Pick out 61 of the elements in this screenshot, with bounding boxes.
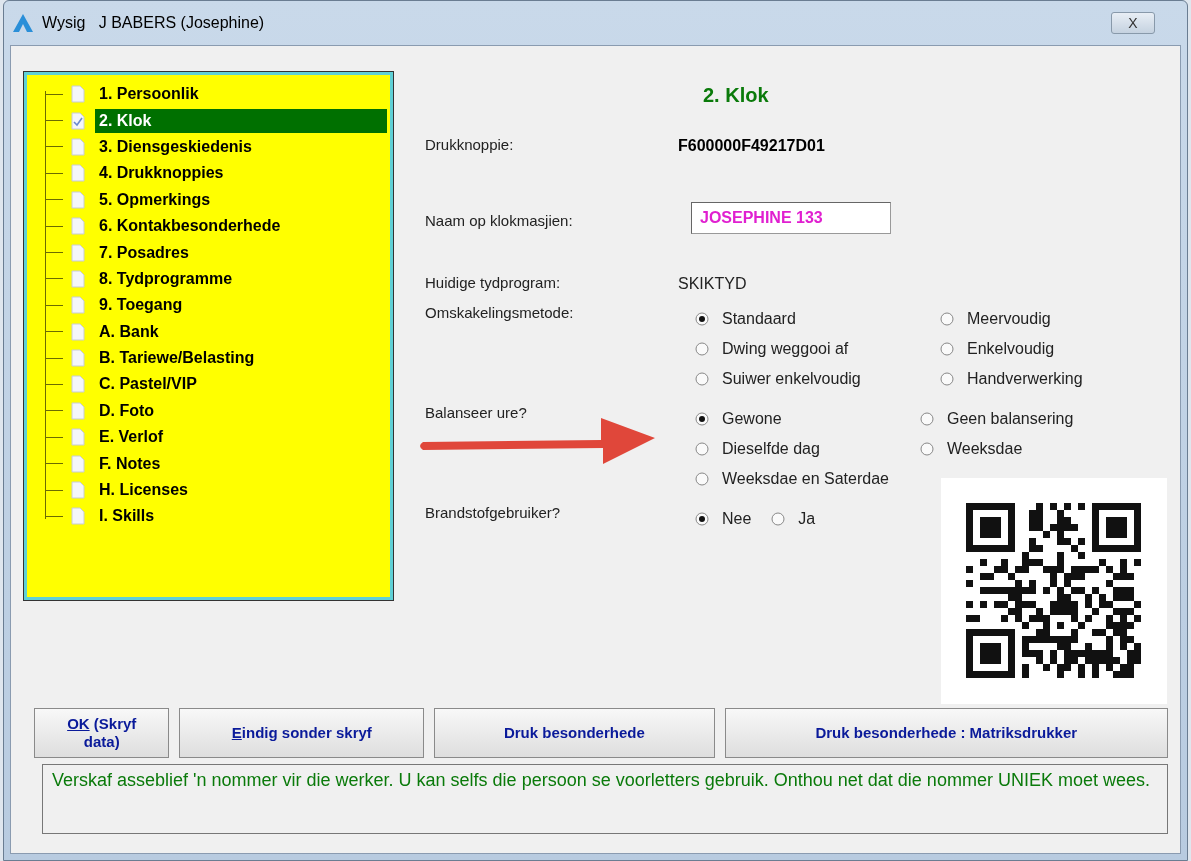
tree-item[interactable]: B. Tariewe/Belasting bbox=[95, 346, 255, 371]
radio-button[interactable] bbox=[695, 472, 709, 486]
radio-option[interactable]: Weeksdae bbox=[920, 434, 1135, 464]
tree-item[interactable]: A. Bank bbox=[95, 319, 159, 344]
radio-button[interactable] bbox=[695, 372, 709, 386]
radio-option[interactable]: Weeksdae en Saterdae bbox=[695, 464, 920, 494]
radio-button[interactable] bbox=[771, 512, 786, 526]
close-button[interactable]: X bbox=[1111, 12, 1155, 34]
tree-item[interactable]: E. Verlof bbox=[95, 425, 164, 450]
radio-button[interactable] bbox=[920, 442, 934, 456]
tree-item[interactable]: 4. Drukknoppies bbox=[95, 161, 224, 186]
radio-option[interactable]: Enkelvoudig bbox=[940, 334, 1155, 364]
radio-option[interactable]: Handverwerking bbox=[940, 364, 1155, 394]
group-label: Balanseer ure? bbox=[425, 403, 528, 423]
radio-option[interactable]: Gewone bbox=[695, 404, 920, 434]
name-input-field[interactable]: JOSEPHINE 133 bbox=[691, 202, 891, 234]
field-value: F600000F49217D01 bbox=[678, 136, 825, 156]
radio-button[interactable] bbox=[695, 312, 709, 326]
tree-item[interactable]: 2. Klok bbox=[95, 108, 387, 133]
tree-item[interactable]: H. Licenses bbox=[95, 478, 188, 503]
tree-item[interactable]: I. Skills bbox=[95, 504, 155, 529]
tree-item[interactable]: D. Foto bbox=[95, 398, 155, 423]
group-label: Brandstofgebruiker? bbox=[425, 503, 562, 523]
radio-button[interactable] bbox=[695, 342, 709, 356]
tree-item[interactable]: 8. Tydprogramme bbox=[95, 266, 233, 291]
radio-option[interactable]: Geen balansering bbox=[920, 404, 1135, 434]
radio-button[interactable] bbox=[940, 312, 954, 326]
field-value: SKIKTYD bbox=[678, 274, 747, 294]
dialog-button[interactable]: Druk besonderhede bbox=[434, 708, 715, 758]
radio-button[interactable] bbox=[920, 412, 934, 426]
radio-button[interactable] bbox=[695, 512, 709, 526]
radio-option[interactable]: Dieselfde dag bbox=[695, 434, 920, 464]
section-heading: 2. Klok bbox=[703, 83, 769, 108]
radio-option[interactable]: Standaard bbox=[695, 304, 940, 334]
dialog-button[interactable]: OK (Skryf data) bbox=[34, 708, 170, 758]
radio-button[interactable] bbox=[695, 412, 709, 426]
app-logo-icon bbox=[12, 13, 34, 33]
tree-item[interactable]: 7. Posadres bbox=[95, 240, 189, 265]
radio-button[interactable] bbox=[695, 442, 709, 456]
radio-option[interactable]: Ja bbox=[771, 504, 816, 534]
radio-button[interactable] bbox=[940, 372, 954, 386]
radio-option[interactable]: Nee bbox=[695, 504, 752, 534]
radio-button[interactable] bbox=[940, 342, 954, 356]
field-label: Naam op klokmasjien: bbox=[425, 211, 574, 231]
tree-item[interactable]: 5. Opmerkings bbox=[95, 187, 211, 212]
window-title: Wysig J BABERS (Josephine) bbox=[42, 13, 265, 33]
radio-option[interactable]: Suiwer enkelvoudig bbox=[695, 364, 940, 394]
radio-option[interactable]: Dwing weggooi af bbox=[695, 334, 940, 364]
group-label: Omskakelingsmetode: bbox=[425, 303, 575, 323]
tree-item[interactable]: F. Notes bbox=[95, 451, 161, 476]
field-label: Drukknoppie: bbox=[425, 135, 515, 155]
radio-option[interactable]: Meervoudig bbox=[940, 304, 1155, 334]
dialog-button[interactable]: Eindig sonder skryf bbox=[179, 708, 425, 758]
tree-item[interactable]: 3. Diensgeskiedenis bbox=[95, 134, 252, 159]
field-label: Huidige tydprogram: bbox=[425, 273, 562, 293]
tree-item[interactable]: C. Pastel/VIP bbox=[95, 372, 197, 397]
dialog-button[interactable]: Druk besonderhede : Matriksdrukker bbox=[724, 708, 1168, 758]
message-text: Verskaf asseblief 'n nommer vir die werker. U kan selfs die persoon se voorletters gebruik. Onthou net dat die nommer UNIEK moet wees. bbox=[42, 764, 1168, 834]
tree-item[interactable]: 1. Persoonlik bbox=[95, 82, 199, 107]
tree-item[interactable]: 9. Toegang bbox=[95, 293, 183, 318]
tree-item[interactable]: 6. Kontakbesonderhede bbox=[95, 214, 281, 239]
